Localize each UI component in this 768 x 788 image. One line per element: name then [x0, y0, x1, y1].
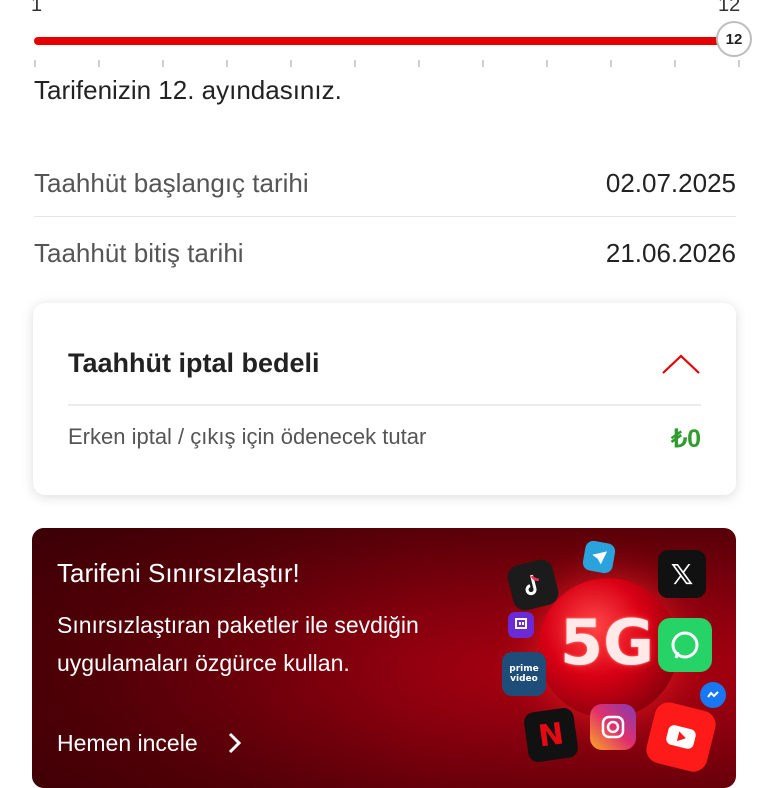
commitment-end-label: Taahhüt bitiş tarihi: [34, 238, 244, 268]
row-divider: [34, 216, 736, 217]
progress-tick: [738, 60, 740, 67]
progress-tick: [674, 60, 676, 67]
youtube-icon: [643, 699, 719, 775]
progress-tick: [162, 60, 164, 67]
progress-knob: 12: [716, 21, 752, 57]
messenger-icon: [700, 682, 726, 708]
twitch-icon: [508, 612, 534, 638]
chevron-up-icon[interactable]: [661, 353, 701, 375]
progress-tick: [354, 60, 356, 67]
cancellation-fee-title: Taahhüt iptal bedeli: [68, 348, 320, 378]
progress-tick: [546, 60, 548, 67]
early-cancel-amount: ₺0: [671, 425, 701, 453]
unlimited-promo-banner[interactable]: Tarifeni Sınırsızlaştır! Sınırsızlaştıra…: [32, 528, 736, 788]
commitment-start-value: 02.07.2025: [605, 168, 736, 198]
commitment-start-label: Taahhüt başlangıç tarihi: [34, 168, 309, 198]
instagram-icon: [590, 704, 636, 750]
card-divider: [68, 404, 701, 406]
cancellation-fee-card: Taahhüt iptal bedeli Erken iptal / çıkış…: [33, 303, 736, 495]
commitment-end-value: 21.06.2026: [605, 238, 736, 268]
progress-fill: [34, 37, 738, 45]
early-cancel-label: Erken iptal / çıkış için ödenecek tutar: [68, 424, 427, 449]
whatsapp-icon: [658, 618, 712, 672]
progress-tick: [610, 60, 612, 67]
progress-tick: [34, 60, 36, 67]
netflix-icon: N: [522, 706, 580, 764]
current-month-text: Tarifenizin 12. ayındasınız.: [34, 75, 342, 105]
telegram-icon: [581, 539, 617, 575]
progress-tick: [418, 60, 420, 67]
progress-end-label: 12: [718, 0, 741, 16]
chevron-right-icon[interactable]: [227, 732, 241, 754]
progress-tick: [98, 60, 100, 67]
prime-video-icon: prime video: [502, 652, 546, 696]
promo-body: Sınırsızlaştıran paketler ile sevdiğin u…: [57, 612, 419, 676]
promo-title: Tarifeni Sınırsızlaştır!: [57, 558, 300, 588]
progress-tick: [482, 60, 484, 67]
5g-badge: 5G: [560, 606, 655, 679]
contract-progress-bar: [34, 37, 738, 45]
progress-tick: [290, 60, 292, 67]
promo-link[interactable]: Hemen incele: [57, 730, 198, 757]
progress-tick: [226, 60, 228, 67]
x-icon: 𝕏: [658, 550, 706, 598]
progress-start-label: 1: [31, 0, 43, 16]
